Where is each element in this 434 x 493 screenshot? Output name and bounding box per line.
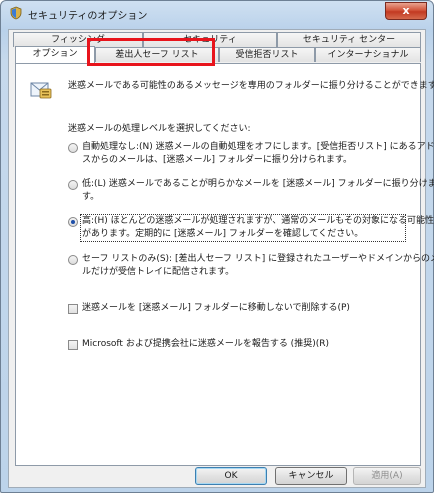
radio-no-automatic-label-2: スからのメールは、[迷惑メール] フォルダーに振り分けられます。 bbox=[82, 155, 352, 165]
shield-icon bbox=[10, 6, 22, 20]
radio-safe-list-label-2: ルだけが受信トレイに配信されます。 bbox=[82, 267, 235, 277]
radio-low[interactable] bbox=[68, 180, 78, 190]
tab-label: セキュリティ センター bbox=[302, 35, 396, 45]
radio-safe-list-only[interactable] bbox=[68, 255, 78, 265]
tab-international[interactable]: インターナショナル bbox=[315, 47, 421, 62]
checkbox-delete-junk[interactable] bbox=[68, 304, 78, 314]
checkbox-report-junk-label: Microsoft および提携会社に迷惑メールを報告する (推奨)(R) bbox=[82, 339, 329, 349]
tab-label: オプション bbox=[32, 49, 78, 59]
radio-no-automatic-label: 自動処理なし:(N) 迷惑メールの自動処理をオフにします。[受信拒否リスト] に… bbox=[82, 142, 434, 152]
tab-blocked-senders[interactable]: 受信拒否リスト bbox=[219, 47, 315, 62]
ok-button[interactable]: OK bbox=[195, 467, 267, 485]
checkbox-report-junk[interactable] bbox=[68, 340, 78, 350]
apply-button[interactable]: 適用(A) bbox=[353, 467, 421, 485]
tab-security-center[interactable]: セキュリティ センター bbox=[277, 32, 421, 47]
radio-safe-list-label: セーフ リストのみ(S): [差出人セーフ リスト] に登録されたユーザーやドメ… bbox=[82, 254, 434, 264]
level-label: 迷惑メールの処理レベルを選択してください: bbox=[68, 124, 251, 134]
intro-text: 迷惑メールである可能性のあるメッセージを専用のフォルダーに振り分けることができま… bbox=[68, 81, 434, 91]
radio-high-label: 高:(H) ほとんどの迷惑メールが処理されますが、通常のメールもその対象になる可… bbox=[82, 216, 434, 226]
cancel-button[interactable]: キャンセル bbox=[275, 467, 347, 485]
radio-high[interactable] bbox=[68, 217, 78, 227]
close-button[interactable]: x bbox=[385, 2, 427, 20]
checkbox-delete-junk-label: 迷惑メールを [迷惑メール] フォルダーに移動しないで削除する(P) bbox=[82, 303, 350, 313]
highlight-box bbox=[87, 38, 215, 66]
options-panel: 迷惑メールである可能性のあるメッセージを専用のフォルダーに振り分けることができま… bbox=[15, 63, 434, 466]
tab-label: 受信拒否リスト bbox=[235, 50, 299, 60]
window-title: セキュリティのオプション bbox=[28, 11, 148, 22]
radio-low-label: 低:(L) 迷惑メールであることが明らかなメールを [迷惑メール] フォルダーに… bbox=[82, 179, 434, 189]
security-options-window: セキュリティのオプション x フィッシング セキュリティ セキュリティ センター… bbox=[0, 0, 434, 493]
dialog-body: フィッシング セキュリティ セキュリティ センター オプション 差出人セーフ リ… bbox=[8, 29, 434, 488]
radio-low-label-2: す。 bbox=[82, 192, 100, 202]
close-icon: x bbox=[402, 4, 410, 17]
title-bar[interactable]: セキュリティのオプション x bbox=[1, 1, 433, 25]
tab-options[interactable]: オプション bbox=[15, 46, 95, 63]
radio-no-automatic[interactable] bbox=[68, 143, 78, 153]
tab-label: インターナショナル bbox=[327, 50, 409, 60]
junk-mail-icon bbox=[30, 82, 52, 99]
radio-high-label-2: があります。定期的に [迷惑メール] フォルダーを確認してください。 bbox=[82, 229, 364, 239]
